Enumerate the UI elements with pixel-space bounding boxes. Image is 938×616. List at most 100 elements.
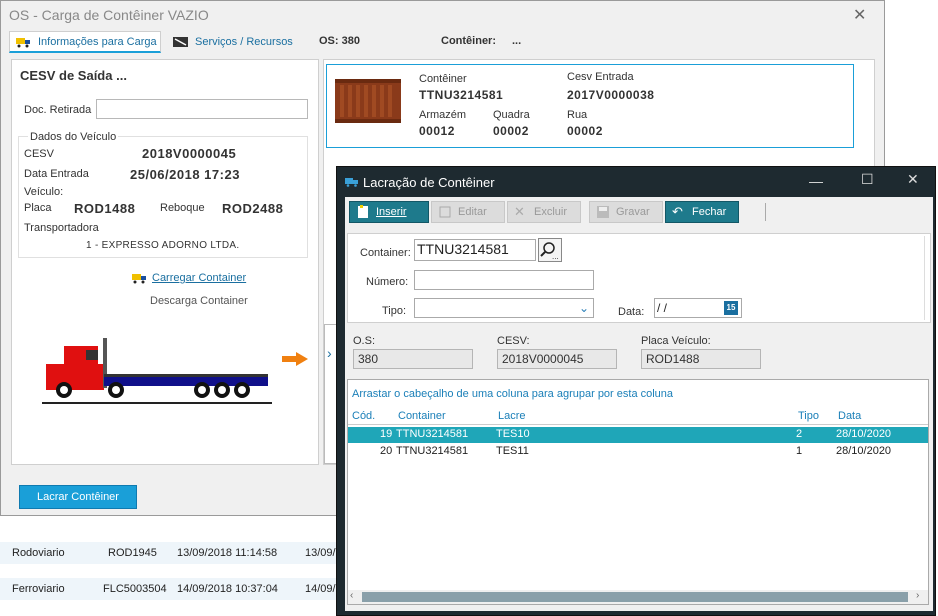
numero-field[interactable] [414, 270, 594, 290]
os-field: 380 [353, 349, 473, 369]
reboque-label: Reboque [160, 202, 205, 214]
armazem-value: 00012 [419, 124, 455, 138]
reboque-value: ROD2488 [222, 201, 284, 216]
chevron-right-icon: › [327, 345, 332, 361]
cesv-label: CESV: [497, 335, 530, 347]
armazem-label: Armazém [419, 109, 467, 121]
column-header[interactable]: Tipo [798, 410, 819, 422]
arrow-right-icon [282, 352, 308, 366]
calendar-icon[interactable]: 15 [724, 301, 738, 315]
numero-label: Número: [366, 276, 409, 288]
chevron-down-icon: ⌄ [578, 301, 589, 315]
descarga-container-link[interactable]: Descarga Container [150, 295, 248, 307]
lacre-form: Container: TTNU3214581 ... Número: Tipo:… [347, 233, 931, 323]
container-info-box: Contêiner TTNU3214581 Cesv Entrada 2017V… [326, 64, 854, 148]
excluir-button[interactable]: ✕ Excluir [507, 201, 581, 223]
container-field[interactable]: TTNU3214581 [414, 239, 536, 261]
cesv-entrada-label: Cesv Entrada [567, 71, 634, 83]
edit-icon [438, 205, 452, 219]
panel-title: CESV de Saída ... [20, 68, 127, 83]
os-label: O.S: [353, 335, 376, 347]
minimize-icon[interactable]: — [809, 173, 823, 189]
quadra-value: 00002 [493, 124, 529, 138]
main-window-title: OS - Carga de Contêiner VAZIO [9, 7, 209, 23]
carregar-container-link[interactable]: Carregar Container [132, 272, 246, 284]
tab-informacoes-carga[interactable]: Informações para Carga [9, 31, 161, 53]
vehicle-group-label: Dados do Veículo [28, 131, 119, 143]
transportadora-label: Transportadora [24, 222, 99, 234]
tab-label: Informações para Carga [38, 35, 157, 48]
tab-label: Serviços / Recursos [195, 36, 293, 48]
form-divider [924, 236, 925, 320]
cesv-field: 2018V0000045 [497, 349, 617, 369]
rua-value: 00002 [567, 124, 603, 138]
tipo-select[interactable]: ⌄ [414, 298, 594, 318]
os-label: OS: 380 [319, 35, 360, 47]
chevron-right-icon[interactable]: › [916, 590, 919, 601]
placa-veiculo-label: Placa Veículo: [641, 335, 711, 347]
chevron-left-icon[interactable]: ‹ [350, 590, 353, 601]
save-icon [596, 205, 610, 219]
delete-icon: ✕ [514, 204, 525, 219]
column-header[interactable]: Lacre [498, 410, 526, 422]
doc-retirada-input[interactable] [96, 99, 308, 119]
container-value: ... [512, 35, 522, 47]
cesv-value: 2018V0000045 [142, 146, 237, 161]
toolbar-divider [765, 203, 766, 221]
lacrar-conteiner-button[interactable]: Lacrar Contêiner [19, 485, 137, 509]
conteiner-value: TTNU3214581 [419, 88, 504, 102]
editar-button[interactable]: Editar [431, 201, 505, 223]
transportadora-value: 1 - EXPRESSO ADORNO LTDA. [86, 240, 240, 251]
conteiner-label: Contêiner [419, 73, 467, 85]
rua-label: Rua [567, 109, 588, 121]
truck-small-icon [132, 272, 148, 284]
cesv-label: CESV [24, 148, 54, 160]
background-grid: Rodoviario ROD1945 13/09/2018 11:14:58 1… [0, 520, 340, 616]
tools-icon [173, 36, 189, 48]
data-field[interactable]: / / 15 [654, 298, 742, 318]
placa-label: Placa [24, 202, 52, 214]
dialog-title: Lacração de Contêiner [363, 175, 495, 190]
truck-icon [16, 36, 32, 48]
lacracao-dialog: Lacração de Contêiner — ☐ ✕ Inserir Edit… [336, 166, 936, 616]
tab-servicos-recursos[interactable]: Serviços / Recursos [167, 31, 305, 53]
close-icon[interactable]: ✕ [907, 171, 919, 188]
cesv-saida-panel: CESV de Saída ... Doc. Retirada Dados do… [11, 59, 319, 465]
data-entrada-value: 25/06/2018 17:23 [130, 167, 240, 182]
tab-bar: Informações para Carga Serviços / Recurs… [9, 31, 879, 55]
column-header[interactable]: Cód. [352, 410, 375, 422]
undo-icon: ↶ [672, 204, 683, 219]
container-label: Contêiner: [441, 35, 496, 47]
column-header[interactable]: Container [398, 410, 446, 422]
data-label: Data: [618, 306, 645, 318]
quadra-label: Quadra [493, 109, 530, 121]
lacres-grid: Arrastar o cabeçalho de uma coluna para … [347, 379, 929, 605]
search-button[interactable]: ... [538, 238, 562, 262]
column-header[interactable]: Data [838, 410, 861, 422]
table-row[interactable]: 20 TTNU3214581 TES11 1 28/10/2020 [348, 444, 928, 460]
truck-illustration [42, 338, 272, 404]
table-row[interactable]: 19 TTNU3214581 TES10 2 28/10/2020 [348, 427, 928, 443]
table-row[interactable]: Ferroviario FLC5003504 14/09/2018 10:37:… [0, 578, 340, 600]
tipo-label: Tipo: [382, 305, 407, 317]
placa-value: ROD1488 [74, 201, 136, 216]
main-titlebar: OS - Carga de Contêiner VAZIO ✕ [1, 1, 884, 29]
doc-retirada-label: Doc. Retirada [24, 104, 92, 116]
svg-text:...: ... [552, 253, 559, 261]
scrollbar-thumb[interactable] [362, 592, 908, 602]
inserir-button[interactable]: Inserir [349, 201, 429, 223]
placa-veiculo-field: ROD1488 [641, 349, 761, 369]
search-icon: ... [540, 242, 559, 261]
horizontal-scrollbar[interactable]: ‹ › [348, 590, 928, 604]
container-icon [335, 79, 401, 123]
table-row[interactable]: Rodoviario ROD1945 13/09/2018 11:14:58 1… [0, 542, 340, 564]
container-field-label: Container: [360, 247, 411, 259]
header-divider [348, 424, 928, 425]
veiculo-label: Veículo: [24, 186, 64, 198]
data-entrada-label: Data Entrada [24, 168, 89, 180]
gravar-button[interactable]: Gravar [589, 201, 663, 223]
close-icon[interactable]: ✕ [853, 5, 866, 25]
group-hint: Arrastar o cabeçalho de uma coluna para … [352, 388, 674, 400]
fechar-button[interactable]: ↶ Fechar [665, 201, 739, 223]
maximize-icon[interactable]: ☐ [861, 171, 874, 188]
